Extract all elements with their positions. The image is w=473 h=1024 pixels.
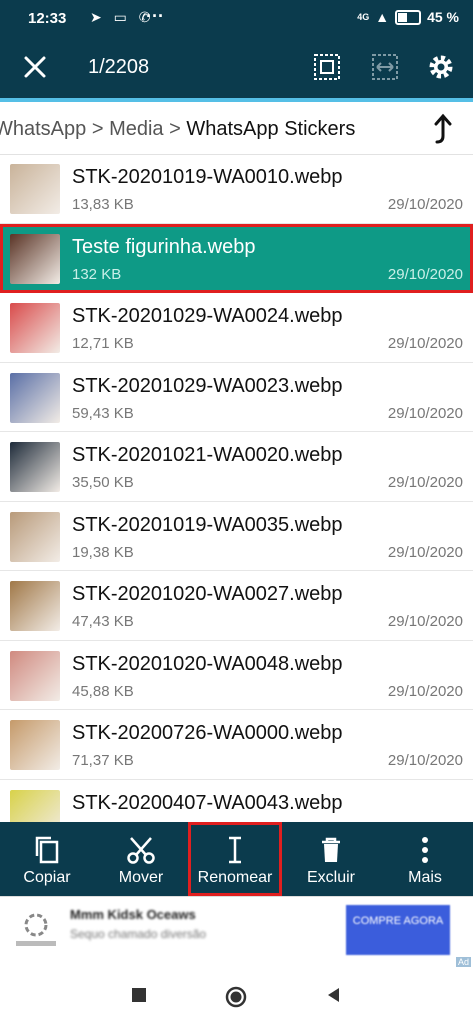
- file-row[interactable]: STK-20201029-WA0024.webp 12,71 KB 29/10/20…: [0, 293, 473, 363]
- file-name: STK-20201020-WA0027.webp: [72, 583, 343, 605]
- file-row[interactable]: STK-20201020-WA0048.webp 45,88 KB 29/10/20…: [0, 641, 473, 710]
- file-name: STK-20201021-WA0020.webp: [72, 444, 343, 466]
- battery-level: 45 %: [427, 9, 459, 25]
- file-name: STK-20201019-WA0035.webp: [72, 513, 343, 536]
- battery-icon: [395, 9, 422, 25]
- file-thumbnail: [10, 303, 60, 353]
- file-row[interactable]: STK-20200726-WA0000.webp 71,37 KB 29/10/20…: [0, 710, 473, 780]
- selection-counter: 1/2208: [88, 56, 150, 78]
- delete-button[interactable]: Excluir: [284, 822, 378, 896]
- file-row[interactable]: STK-20200407-WA0043.webp38,27 KB29/10/20…: [0, 780, 473, 822]
- screen-icon: ▭: [113, 9, 131, 25]
- more-notifications-icon: ···: [146, 6, 164, 26]
- rename-button[interactable]: Renomear: [188, 822, 282, 896]
- file-date: 29/10/2020: [387, 196, 463, 213]
- status-right: 4G ▲ 45 %: [357, 9, 459, 25]
- file-date: 29/10/2020: [387, 335, 463, 352]
- recents-icon[interactable]: [130, 986, 148, 1004]
- scissors-icon: [127, 837, 155, 864]
- file-thumbnail: [10, 442, 60, 492]
- file-date: 29/10/2020: [387, 265, 463, 283]
- more-button[interactable]: Mais: [378, 822, 472, 896]
- file-thumbnail: [10, 789, 60, 822]
- file-thumbnail: [10, 233, 60, 284]
- system-nav-bar: [0, 968, 473, 1024]
- file-row[interactable]: STK-20201019-WA0010.webp 13,83 KB 29/10/20…: [0, 154, 473, 224]
- delete-label: Excluir: [306, 869, 355, 886]
- ad-title: Mmm Kidsk Oceaws: [70, 907, 196, 922]
- status-time: 12:33: [28, 10, 67, 27]
- file-thumbnail: [10, 650, 60, 701]
- settings-icon[interactable]: [424, 50, 458, 84]
- file-row[interactable]: STK-20201019-WA0035.webp 19,38 KB 29/10/20…: [0, 502, 473, 571]
- ad-cta-button[interactable]: COMPRE AGORA: [346, 905, 450, 955]
- network-label: 4G: [357, 12, 370, 22]
- file-name: STK-20201029-WA0023.webp: [72, 374, 343, 397]
- breadcrumb-item-whatsapp[interactable]: WhatsApp: [0, 118, 86, 140]
- copy-button[interactable]: Copiar: [0, 822, 94, 896]
- text-cursor-icon: [229, 836, 241, 864]
- select-all-icon[interactable]: [310, 50, 344, 84]
- rename-label: Renomear: [197, 869, 273, 886]
- file-name: STK-20201020-WA0048.webp: [72, 652, 343, 675]
- telegram-icon: ➤: [90, 9, 106, 25]
- file-row[interactable]: STK-20201021-WA0020.webp 35,50 KB 29/10/20…: [0, 432, 473, 502]
- file-size: 13,83 KB: [72, 196, 134, 213]
- file-name: STK-20200726-WA0000.webp: [72, 722, 343, 744]
- file-size: 132 KB: [72, 265, 122, 283]
- ad-banner[interactable]: Mmm Kidsk Oceaws Sequo chamado diversão …: [0, 896, 473, 969]
- navigate-up-icon[interactable]: [431, 112, 455, 146]
- close-icon[interactable]: [20, 52, 50, 82]
- move-button[interactable]: Mover: [94, 822, 188, 896]
- notification-icons: ➤ ▭ ✆: [90, 9, 154, 26]
- move-label: Mover: [118, 869, 164, 886]
- action-bar: Copiar Mover Renomear Excluir Mais: [0, 822, 473, 896]
- breadcrumb-item-media[interactable]: Media: [109, 118, 163, 140]
- file-row[interactable]: STK-20201029-WA0023.webp 59,43 KB 29/10/20…: [0, 363, 473, 432]
- more-vertical-icon: [422, 837, 428, 863]
- breadcrumb-separator: >: [91, 118, 104, 140]
- file-name: STK-20201029-WA0024.webp: [72, 305, 343, 327]
- breadcrumb-item-current[interactable]: WhatsApp Stickers: [186, 118, 355, 140]
- file-row[interactable]: STK-20201020-WA0027.webp 47,43 KB 29/10/20…: [0, 571, 473, 641]
- file-list: STK-20201019-WA0010.webp 13,83 KB 29/10/20…: [0, 154, 473, 822]
- file-date: 29/10/2020: [387, 474, 463, 491]
- select-interval-icon[interactable]: [368, 50, 402, 84]
- file-thumbnail: [10, 581, 60, 631]
- file-size: 19,38 KB: [72, 543, 134, 561]
- top-toolbar: 1/2208: [0, 36, 473, 98]
- file-name: STK-20201019-WA0010.webp: [72, 166, 343, 188]
- file-size: 47,43 KB: [72, 613, 134, 630]
- file-name: Teste figurinha.webp: [72, 235, 256, 258]
- ad-logo: [16, 913, 56, 946]
- signal-icon: ▲: [375, 9, 390, 25]
- file-size: 45,88 KB: [72, 682, 134, 700]
- ad-subtitle: Sequo chamado diversão: [70, 927, 207, 941]
- more-label: Mais: [408, 869, 442, 886]
- back-icon[interactable]: [325, 986, 343, 1004]
- home-icon[interactable]: [225, 986, 247, 1008]
- copy-icon: [35, 836, 59, 864]
- copy-label: Copiar: [23, 869, 71, 886]
- file-thumbnail: [10, 511, 60, 562]
- trash-icon: [322, 837, 340, 862]
- file-thumbnail: [10, 372, 60, 423]
- file-date: 29/10/2020: [387, 682, 463, 700]
- file-thumbnail: [10, 720, 60, 770]
- file-size: 71,37 KB: [72, 752, 134, 769]
- file-row[interactable]: Teste figurinha.webp 132 KB 29/10/2020: [0, 223, 473, 293]
- file-name: STK-20200407-WA0043.webp: [72, 791, 343, 814]
- file-date: 29/10/2020: [387, 543, 463, 561]
- file-date: 29/10/2020: [387, 613, 463, 630]
- file-size: 59,43 KB: [72, 404, 134, 422]
- ad-tag: Ad: [455, 957, 471, 967]
- file-thumbnail: [10, 164, 60, 214]
- file-date: 29/10/2020: [387, 752, 463, 769]
- status-bar: 12:33 ➤ ▭ ✆ ··· 4G ▲ 45 %: [0, 0, 473, 36]
- breadcrumb-separator: >: [169, 118, 181, 140]
- file-date: 29/10/2020: [387, 404, 463, 422]
- breadcrumb: WhatsApp > Media > WhatsApp Stickers: [0, 102, 473, 155]
- file-size: 35,50 KB: [72, 474, 134, 491]
- file-size: 12,71 KB: [72, 335, 134, 352]
